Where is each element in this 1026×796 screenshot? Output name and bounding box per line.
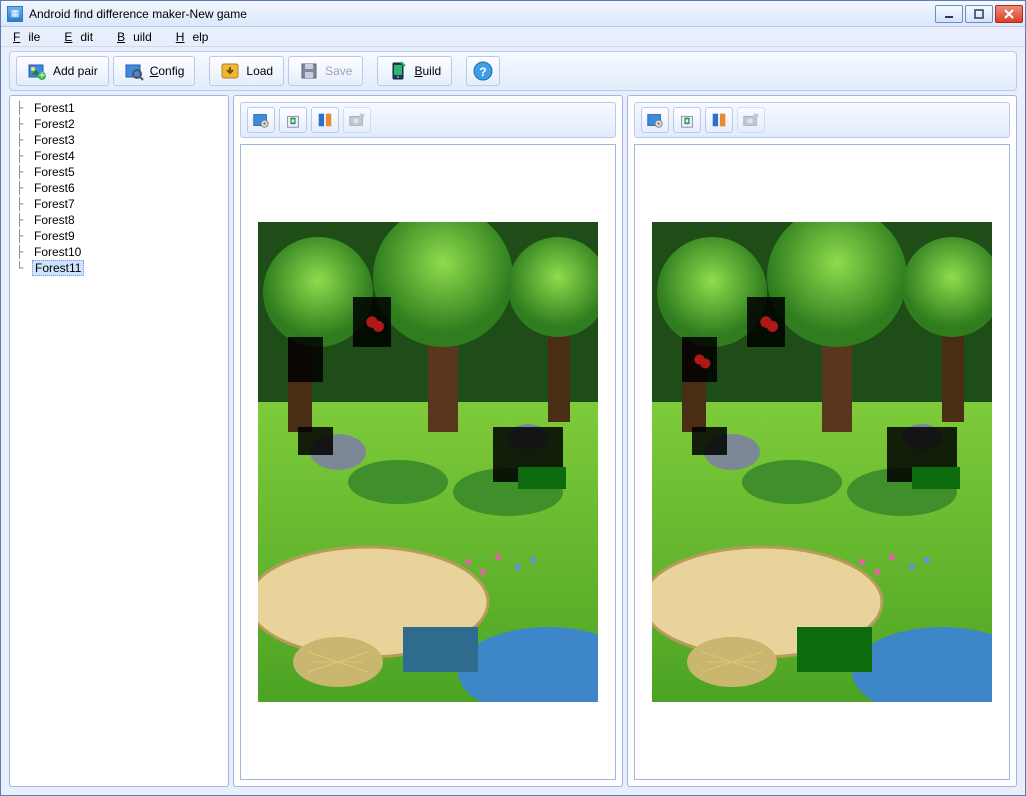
recycle-button[interactable]: [673, 107, 701, 133]
pair-list-item-label: Forest4: [32, 149, 77, 163]
pair-list-item[interactable]: └Forest11: [16, 260, 222, 276]
right-image-toolbar: [634, 102, 1010, 138]
image-settings-button[interactable]: [641, 107, 669, 133]
pair-list-item[interactable]: ├Forest5: [16, 164, 222, 180]
pair-list-item-label: Forest9: [32, 229, 77, 243]
left-image-panel: [233, 95, 623, 787]
add-pair-button[interactable]: + Add pair: [16, 56, 109, 86]
pair-list-item-label: Forest8: [32, 213, 77, 227]
diff-marker: [682, 337, 717, 382]
build-icon: [388, 61, 408, 81]
diff-marker: [518, 467, 566, 489]
build-label: Build: [414, 64, 441, 78]
pair-list-item[interactable]: ├Forest8: [16, 212, 222, 228]
window-controls: [935, 5, 1023, 23]
window-title: Android find difference maker-New game: [29, 7, 935, 21]
pair-list-item-label: Forest7: [32, 197, 77, 211]
diff-marker: [692, 427, 727, 455]
load-button[interactable]: Load: [209, 56, 284, 86]
left-canvas[interactable]: [240, 144, 616, 780]
minimize-button[interactable]: [935, 5, 963, 23]
svg-text:?: ?: [480, 65, 487, 79]
app-icon: ▦: [7, 6, 23, 22]
pair-list-item[interactable]: ├Forest7: [16, 196, 222, 212]
load-icon: [220, 61, 240, 81]
menu-build[interactable]: Build: [109, 28, 168, 46]
diff-marker: [747, 297, 785, 347]
config-button[interactable]: Config: [113, 56, 196, 86]
right-image: [652, 222, 992, 702]
camera-button[interactable]: [737, 107, 765, 133]
help-icon: ?: [473, 61, 493, 81]
recycle-button[interactable]: [279, 107, 307, 133]
pair-list: ├Forest1├Forest2├Forest3├Forest4├Forest5…: [9, 95, 229, 787]
camera-button[interactable]: [343, 107, 371, 133]
compare-button[interactable]: [705, 107, 733, 133]
save-label: Save: [325, 64, 352, 78]
main-area: ├Forest1├Forest2├Forest3├Forest4├Forest5…: [1, 95, 1025, 795]
config-label: Config: [150, 64, 185, 78]
help-button[interactable]: ?: [466, 56, 500, 86]
menu-help[interactable]: Help: [168, 28, 225, 46]
build-button[interactable]: Build: [377, 56, 452, 86]
svg-text:+: +: [38, 68, 45, 81]
diff-marker: [912, 467, 960, 489]
close-button[interactable]: [995, 5, 1023, 23]
right-canvas[interactable]: [634, 144, 1010, 780]
add-pair-label: Add pair: [53, 64, 98, 78]
diff-marker: [298, 427, 333, 455]
diff-marker: [288, 337, 323, 382]
main-toolbar: + Add pair Config Load Save Build ?: [9, 51, 1017, 91]
menu-edit[interactable]: Edit: [56, 28, 109, 46]
save-button[interactable]: Save: [288, 56, 363, 86]
pair-list-item-label: Forest3: [32, 133, 77, 147]
left-image: [258, 222, 598, 702]
left-image-toolbar: [240, 102, 616, 138]
diff-marker: [353, 297, 391, 347]
pair-list-item[interactable]: ├Forest1: [16, 100, 222, 116]
pair-list-item-label: Forest11: [32, 260, 84, 276]
config-icon: [124, 61, 144, 81]
menu-file[interactable]: File: [5, 28, 56, 46]
pair-list-item[interactable]: ├Forest3: [16, 132, 222, 148]
diff-marker: [403, 627, 478, 672]
pair-list-item-label: Forest5: [32, 165, 77, 179]
right-image-panel: [627, 95, 1017, 787]
add-pair-icon: +: [27, 61, 47, 81]
pair-list-item-label: Forest2: [32, 117, 77, 131]
image-settings-button[interactable]: [247, 107, 275, 133]
pair-list-item[interactable]: ├Forest4: [16, 148, 222, 164]
pair-list-item[interactable]: ├Forest9: [16, 228, 222, 244]
save-icon: [299, 61, 319, 81]
load-label: Load: [246, 64, 273, 78]
pair-list-item[interactable]: ├Forest6: [16, 180, 222, 196]
maximize-button[interactable]: [965, 5, 993, 23]
app-window: ▦ Android find difference maker-New game…: [0, 0, 1026, 796]
pair-list-item-label: Forest10: [32, 245, 83, 259]
diff-marker: [797, 627, 872, 672]
title-bar: ▦ Android find difference maker-New game: [1, 1, 1025, 27]
pair-list-item[interactable]: ├Forest2: [16, 116, 222, 132]
menu-bar: File Edit Build Help: [1, 27, 1025, 47]
pair-list-item-label: Forest6: [32, 181, 77, 195]
pair-list-item-label: Forest1: [32, 101, 77, 115]
pair-list-item[interactable]: ├Forest10: [16, 244, 222, 260]
compare-button[interactable]: [311, 107, 339, 133]
